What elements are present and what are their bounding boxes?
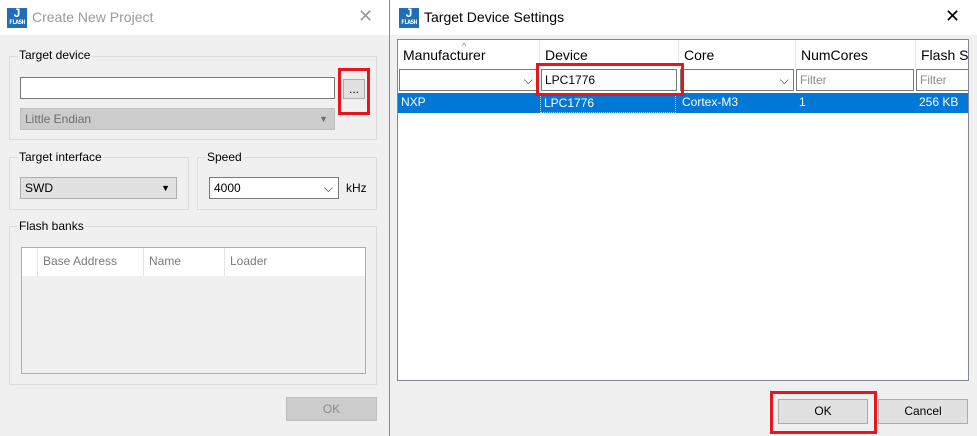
cell-manufacturer: NXP — [401, 95, 426, 109]
chevron-down-icon: ⌵ — [523, 73, 533, 87]
flash-banks-list[interactable]: Base Address Name Loader — [21, 247, 366, 374]
column-flash-size[interactable]: Flash S — [916, 40, 968, 68]
window-title: Target Device Settings — [424, 9, 565, 25]
column-core[interactable]: Core — [679, 40, 796, 68]
table-row[interactable]: NXP LPC1776 Cortex-M3 1 256 KB — [398, 93, 968, 113]
speed-select[interactable]: 4000 ⌵ — [209, 177, 339, 199]
right-titlebar: J FLASH Target Device Settings ✕ — [390, 0, 977, 35]
highlight-ok-button — [770, 391, 877, 434]
column-numcores[interactable]: NumCores — [796, 40, 916, 68]
manufacturer-filter[interactable]: ⌵ — [399, 69, 538, 91]
flash-filter-input[interactable]: Filter — [916, 69, 968, 91]
target-interface-label: Target interface — [18, 150, 103, 164]
jflash-app-icon: J FLASH — [7, 6, 27, 28]
window-title: Create New Project — [32, 9, 154, 25]
column-loader[interactable]: Loader — [225, 248, 365, 276]
left-titlebar: J FLASH Create New Project ✕ — [0, 0, 389, 35]
highlight-device-filter — [536, 63, 684, 96]
left-ok-button[interactable]: OK — [286, 397, 377, 421]
column-manufacturer[interactable]: ^ Manufacturer — [398, 40, 540, 68]
target-device-settings-window: J FLASH Target Device Settings ✕ ^ Manuf… — [389, 0, 977, 436]
flash-banks-header: Base Address Name Loader — [22, 248, 365, 276]
cell-device: LPC1776 — [540, 93, 676, 113]
cell-numcores: 1 — [799, 95, 806, 109]
chevron-down-icon: ▼ — [319, 114, 328, 124]
cell-flash-size: 256 KB — [919, 95, 959, 109]
speed-unit: kHz — [346, 181, 367, 195]
target-device-label: Target device — [18, 48, 92, 62]
chevron-down-icon: ▼ — [161, 183, 170, 193]
cancel-button[interactable]: Cancel — [878, 399, 968, 424]
column-name[interactable]: Name — [144, 248, 225, 276]
sort-ascending-icon: ^ — [462, 41, 467, 51]
speed-label: Speed — [206, 150, 243, 164]
flash-banks-label: Flash banks — [18, 219, 85, 233]
create-new-project-window: J FLASH Create New Project ✕ Target devi… — [0, 0, 389, 436]
close-icon[interactable]: ✕ — [358, 6, 373, 27]
target-interface-select[interactable]: SWD ▼ — [20, 177, 177, 199]
chevron-down-icon: ⌵ — [779, 73, 789, 87]
cell-core: Cortex-M3 — [682, 95, 739, 109]
jflash-app-icon: J FLASH — [399, 6, 419, 28]
target-device-input[interactable] — [20, 77, 335, 99]
endian-select: Little Endian ▼ — [20, 108, 335, 130]
close-icon[interactable]: ✕ — [945, 6, 960, 27]
column-base-address[interactable]: Base Address — [38, 248, 144, 276]
highlight-browse-button — [338, 68, 370, 115]
chevron-down-icon: ⌵ — [323, 181, 333, 195]
numcores-filter-input[interactable]: Filter — [796, 69, 914, 91]
core-filter[interactable]: ⌵ — [680, 69, 794, 91]
